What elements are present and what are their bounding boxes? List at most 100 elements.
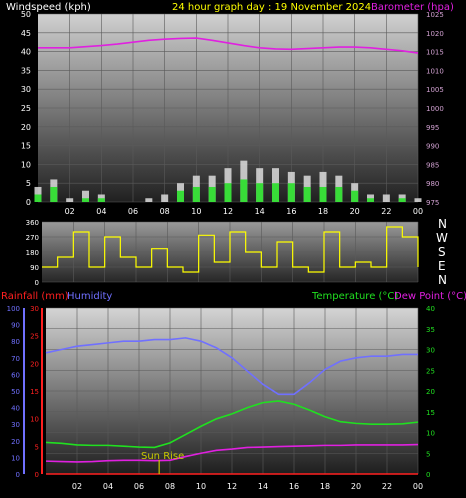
windspeed-bar <box>319 186 327 202</box>
compass-n-top: N <box>438 217 447 231</box>
windspeed-bar <box>256 183 264 202</box>
barometer-tick-label: 990 <box>426 143 439 151</box>
humidity-tick-label: 100 <box>7 305 20 313</box>
barometer-tick-label: 995 <box>426 124 439 132</box>
temperature-tick-label: 15 <box>426 409 435 417</box>
x-tick-label: 08 <box>165 482 175 491</box>
temperature-axis-title: Temperature (°C) <box>311 291 398 302</box>
x-tick-label: 12 <box>227 482 237 491</box>
windspeed-tick-label: 25 <box>21 104 31 113</box>
temperature-tick-label: 10 <box>426 430 435 438</box>
direction-tick-label: 360 <box>26 219 39 227</box>
windspeed-tick-label: 0 <box>26 198 31 207</box>
x-tick-label: 22 <box>381 207 391 216</box>
barometer-tick-label: 1025 <box>426 11 444 19</box>
x-tick-label: 14 <box>258 482 268 491</box>
rainfall-tick-label: 10 <box>30 416 39 424</box>
windspeed-axis-title: Windspeed (kph) <box>6 2 91 13</box>
x-tick-label: 20 <box>351 482 361 491</box>
x-tick-label: 00 <box>413 482 423 491</box>
windspeed-bar <box>240 179 248 202</box>
humidity-tick-label: 10 <box>11 454 20 462</box>
windspeed-tick-label: 15 <box>21 142 31 151</box>
humidity-tick-label: 80 <box>11 338 20 346</box>
compass-s: S <box>438 245 446 259</box>
x-tick-label: 02 <box>65 207 75 216</box>
temperature-tick-label: 40 <box>426 305 435 313</box>
windspeed-bar <box>398 198 406 202</box>
windspeed-bar <box>272 183 279 202</box>
rainfall-tick-label: 0 <box>35 471 39 479</box>
windspeed-bar <box>367 198 374 202</box>
temperature-tick-label: 30 <box>426 347 435 355</box>
windspeed-bar <box>192 186 200 202</box>
gust-bar <box>382 194 390 202</box>
x-tick-label: 14 <box>255 207 265 216</box>
direction-tick-label: 180 <box>26 249 39 257</box>
windspeed-bar <box>97 198 105 202</box>
windspeed-tick-label: 40 <box>21 48 31 57</box>
windspeed-tick-label: 10 <box>21 160 31 169</box>
compass-w: W <box>436 231 448 245</box>
dewpoint-axis-title: Dew Point (°C) <box>394 291 466 302</box>
windspeed-bar <box>335 186 343 202</box>
humidity-tick-label: 20 <box>11 438 20 446</box>
gust-bar <box>161 194 169 202</box>
temperature-tick-label: 5 <box>426 450 430 458</box>
barometer-tick-label: 1010 <box>426 67 444 75</box>
x-tick-label: 02 <box>72 482 82 491</box>
gust-bar <box>66 198 74 202</box>
barometer-tick-label: 975 <box>426 199 439 207</box>
x-tick-label: 16 <box>289 482 299 491</box>
rainfall-tick-label: 30 <box>30 305 39 313</box>
direction-tick-label: 0 <box>35 279 39 287</box>
humidity-tick-label: 70 <box>11 355 20 363</box>
temperature-tick-label: 20 <box>426 388 435 396</box>
x-tick-label: 10 <box>196 482 206 491</box>
windspeed-bar <box>208 186 216 202</box>
humidity-tick-label: 50 <box>11 388 20 396</box>
barometer-tick-label: 985 <box>426 161 439 169</box>
windspeed-tick-label: 35 <box>21 66 31 75</box>
windspeed-bar <box>224 183 232 202</box>
temperature-tick-label: 0 <box>426 471 430 479</box>
windspeed-bar <box>34 194 42 202</box>
humidity-tick-label: 40 <box>11 405 20 413</box>
weather-graph: Windspeed (kph) 24 hour graph day : 19 N… <box>1 2 466 491</box>
direction-tick-label: 90 <box>30 264 39 272</box>
barometer-tick-label: 980 <box>426 180 439 188</box>
x-tick-label: 16 <box>286 207 296 216</box>
windspeed-bar <box>287 183 295 202</box>
windspeed-bar <box>351 190 359 202</box>
windspeed-bar <box>50 186 58 202</box>
graph-title: 24 hour graph day : 19 November 2024 <box>172 2 371 13</box>
compass-e: E <box>438 259 446 273</box>
windspeed-tick-label: 30 <box>21 85 31 94</box>
x-tick-label: 18 <box>320 482 330 491</box>
x-tick-label: 08 <box>160 207 170 216</box>
barometer-tick-label: 1020 <box>426 30 444 38</box>
rainfall-tick-label: 25 <box>30 333 39 341</box>
temperature-tick-label: 25 <box>426 367 435 375</box>
rainfall-tick-label: 5 <box>35 443 39 451</box>
windspeed-bar <box>177 190 184 202</box>
x-tick-label: 00 <box>413 207 423 216</box>
compass-n-bottom: N <box>438 273 447 287</box>
x-tick-label: 06 <box>128 207 138 216</box>
direction-tick-label: 270 <box>26 234 39 242</box>
humidity-tick-label: 30 <box>11 421 20 429</box>
gust-bar <box>414 198 422 202</box>
x-tick-label: 04 <box>103 482 113 491</box>
windspeed-bar <box>82 198 89 202</box>
humidity-tick-label: 60 <box>11 371 20 379</box>
x-tick-label: 18 <box>318 207 328 216</box>
x-tick-label: 12 <box>223 207 233 216</box>
x-tick-label: 10 <box>191 207 201 216</box>
windspeed-tick-label: 45 <box>21 29 31 38</box>
rainfall-tick-label: 15 <box>30 388 39 396</box>
barometer-tick-label: 1005 <box>426 86 444 94</box>
x-tick-label: 04 <box>96 207 106 216</box>
windspeed-tick-label: 5 <box>26 179 31 188</box>
temperature-tick-label: 35 <box>426 326 435 334</box>
humidity-tick-label: 0 <box>16 471 20 479</box>
